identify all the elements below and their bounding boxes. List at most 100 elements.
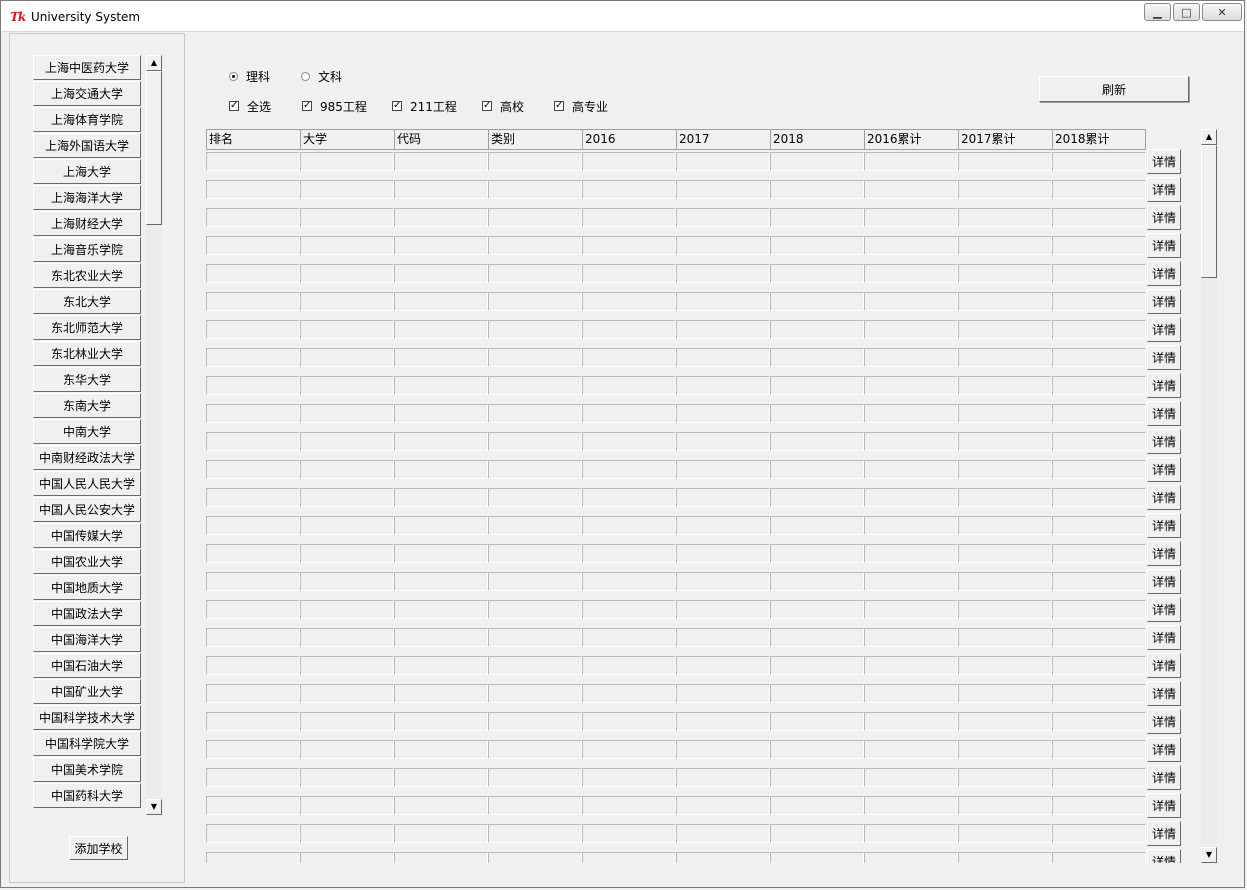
table-cell-entry[interactable] bbox=[582, 236, 676, 255]
table-cell-entry[interactable] bbox=[582, 824, 676, 843]
checkbox-box[interactable]: ✓ bbox=[229, 101, 239, 111]
school-button[interactable]: 中国农业大学 bbox=[33, 549, 141, 574]
table-cell-entry[interactable] bbox=[864, 600, 958, 619]
table-cell-entry[interactable] bbox=[864, 488, 958, 507]
detail-button[interactable]: 详情 bbox=[1147, 569, 1181, 594]
refresh-button[interactable]: 刷新 bbox=[1039, 76, 1189, 102]
table-cell-entry[interactable] bbox=[488, 488, 582, 507]
table-cell-entry[interactable] bbox=[864, 740, 958, 759]
maximize-button[interactable]: □ bbox=[1173, 3, 1200, 21]
table-cell-entry[interactable] bbox=[958, 376, 1052, 395]
table-cell-entry[interactable] bbox=[770, 516, 864, 535]
table-cell-entry[interactable] bbox=[864, 628, 958, 647]
table-cell-entry[interactable] bbox=[958, 348, 1052, 367]
table-cell-entry[interactable] bbox=[676, 460, 770, 479]
table-cell-entry[interactable] bbox=[394, 572, 488, 591]
school-button[interactable]: 上海财经大学 bbox=[33, 211, 141, 236]
detail-button[interactable]: 详情 bbox=[1147, 233, 1181, 258]
table-cell-entry[interactable] bbox=[582, 740, 676, 759]
detail-button[interactable]: 详情 bbox=[1147, 429, 1181, 454]
table-cell-entry[interactable] bbox=[864, 852, 958, 863]
table-cell-entry[interactable] bbox=[394, 544, 488, 563]
table-cell-entry[interactable] bbox=[394, 404, 488, 423]
table-cell-entry[interactable] bbox=[300, 348, 394, 367]
table-cell-entry[interactable] bbox=[488, 852, 582, 863]
table-cell-entry[interactable] bbox=[206, 488, 300, 507]
table-cell-entry[interactable] bbox=[864, 292, 958, 311]
table-scrollbar[interactable]: ▲ ▼ bbox=[1201, 129, 1217, 863]
detail-button[interactable]: 详情 bbox=[1147, 737, 1181, 762]
school-button[interactable]: 中国传媒大学 bbox=[33, 523, 141, 548]
table-cell-entry[interactable] bbox=[488, 572, 582, 591]
table-cell-entry[interactable] bbox=[958, 180, 1052, 199]
detail-button[interactable]: 详情 bbox=[1147, 681, 1181, 706]
table-cell-entry[interactable] bbox=[488, 516, 582, 535]
table-cell-entry[interactable] bbox=[864, 796, 958, 815]
table-cell-entry[interactable] bbox=[488, 432, 582, 451]
detail-button[interactable]: 详情 bbox=[1147, 625, 1181, 650]
school-button[interactable]: 上海体育学院 bbox=[33, 107, 141, 132]
table-cell-entry[interactable] bbox=[958, 600, 1052, 619]
table-cell-entry[interactable] bbox=[300, 824, 394, 843]
table-cell-entry[interactable] bbox=[770, 264, 864, 283]
table-cell-entry[interactable] bbox=[488, 208, 582, 227]
school-button[interactable]: 中国石油大学 bbox=[33, 653, 141, 678]
table-cell-entry[interactable] bbox=[676, 572, 770, 591]
detail-button[interactable]: 详情 bbox=[1147, 541, 1181, 566]
table-cell-entry[interactable] bbox=[300, 600, 394, 619]
table-cell-entry[interactable] bbox=[676, 684, 770, 703]
table-cell-entry[interactable] bbox=[676, 544, 770, 563]
table-cell-entry[interactable] bbox=[770, 572, 864, 591]
table-cell-entry[interactable] bbox=[864, 712, 958, 731]
table-cell-entry[interactable] bbox=[488, 824, 582, 843]
table-cell-entry[interactable] bbox=[1052, 348, 1146, 367]
table-cell-entry[interactable] bbox=[1052, 236, 1146, 255]
table-cell-entry[interactable] bbox=[206, 768, 300, 787]
table-cell-entry[interactable] bbox=[300, 488, 394, 507]
checkbox-select-all[interactable]: ✓ 全选 bbox=[229, 98, 302, 114]
table-cell-entry[interactable] bbox=[394, 628, 488, 647]
checkbox-box[interactable]: ✓ bbox=[554, 101, 564, 111]
table-cell-entry[interactable] bbox=[1052, 684, 1146, 703]
table-cell-entry[interactable] bbox=[676, 264, 770, 283]
table-cell-entry[interactable] bbox=[1052, 208, 1146, 227]
table-cell-entry[interactable] bbox=[864, 404, 958, 423]
table-cell-entry[interactable] bbox=[770, 684, 864, 703]
table-cell-entry[interactable] bbox=[488, 796, 582, 815]
table-cell-entry[interactable] bbox=[958, 264, 1052, 283]
table-cell-entry[interactable] bbox=[394, 460, 488, 479]
table-cell-entry[interactable] bbox=[864, 348, 958, 367]
table-cell-entry[interactable] bbox=[206, 656, 300, 675]
table-cell-entry[interactable] bbox=[206, 320, 300, 339]
table-cell-entry[interactable] bbox=[1052, 852, 1146, 863]
table-cell-entry[interactable] bbox=[864, 544, 958, 563]
table-cell-entry[interactable] bbox=[864, 180, 958, 199]
table-cell-entry[interactable] bbox=[394, 656, 488, 675]
table-cell-entry[interactable] bbox=[770, 404, 864, 423]
school-button[interactable]: 中国人民人民大学 bbox=[33, 471, 141, 496]
table-cell-entry[interactable] bbox=[394, 768, 488, 787]
table-cell-entry[interactable] bbox=[394, 712, 488, 731]
table-cell-entry[interactable] bbox=[676, 208, 770, 227]
checkbox-211[interactable]: ✓ 211工程 bbox=[392, 98, 482, 114]
table-cell-entry[interactable] bbox=[488, 152, 582, 171]
table-cell-entry[interactable] bbox=[582, 376, 676, 395]
table-cell-entry[interactable] bbox=[582, 320, 676, 339]
table-cell-entry[interactable] bbox=[394, 320, 488, 339]
table-cell-entry[interactable] bbox=[206, 376, 300, 395]
school-button[interactable]: 中南财经政法大学 bbox=[33, 445, 141, 470]
table-cell-entry[interactable] bbox=[958, 236, 1052, 255]
table-cell-entry[interactable] bbox=[1052, 152, 1146, 171]
detail-button[interactable]: 详情 bbox=[1147, 289, 1181, 314]
school-button[interactable]: 东北大学 bbox=[33, 289, 141, 314]
table-cell-entry[interactable] bbox=[864, 572, 958, 591]
table-cell-entry[interactable] bbox=[394, 740, 488, 759]
title-bar[interactable]: Tk University System ▁ □ ✕ bbox=[1, 1, 1244, 32]
school-button[interactable]: 中国政法大学 bbox=[33, 601, 141, 626]
table-cell-entry[interactable] bbox=[770, 768, 864, 787]
scroll-down-arrow-icon[interactable]: ▼ bbox=[1201, 847, 1217, 863]
table-cell-entry[interactable] bbox=[582, 432, 676, 451]
table-cell-entry[interactable] bbox=[582, 684, 676, 703]
school-button[interactable]: 上海音乐学院 bbox=[33, 237, 141, 262]
table-cell-entry[interactable] bbox=[864, 236, 958, 255]
